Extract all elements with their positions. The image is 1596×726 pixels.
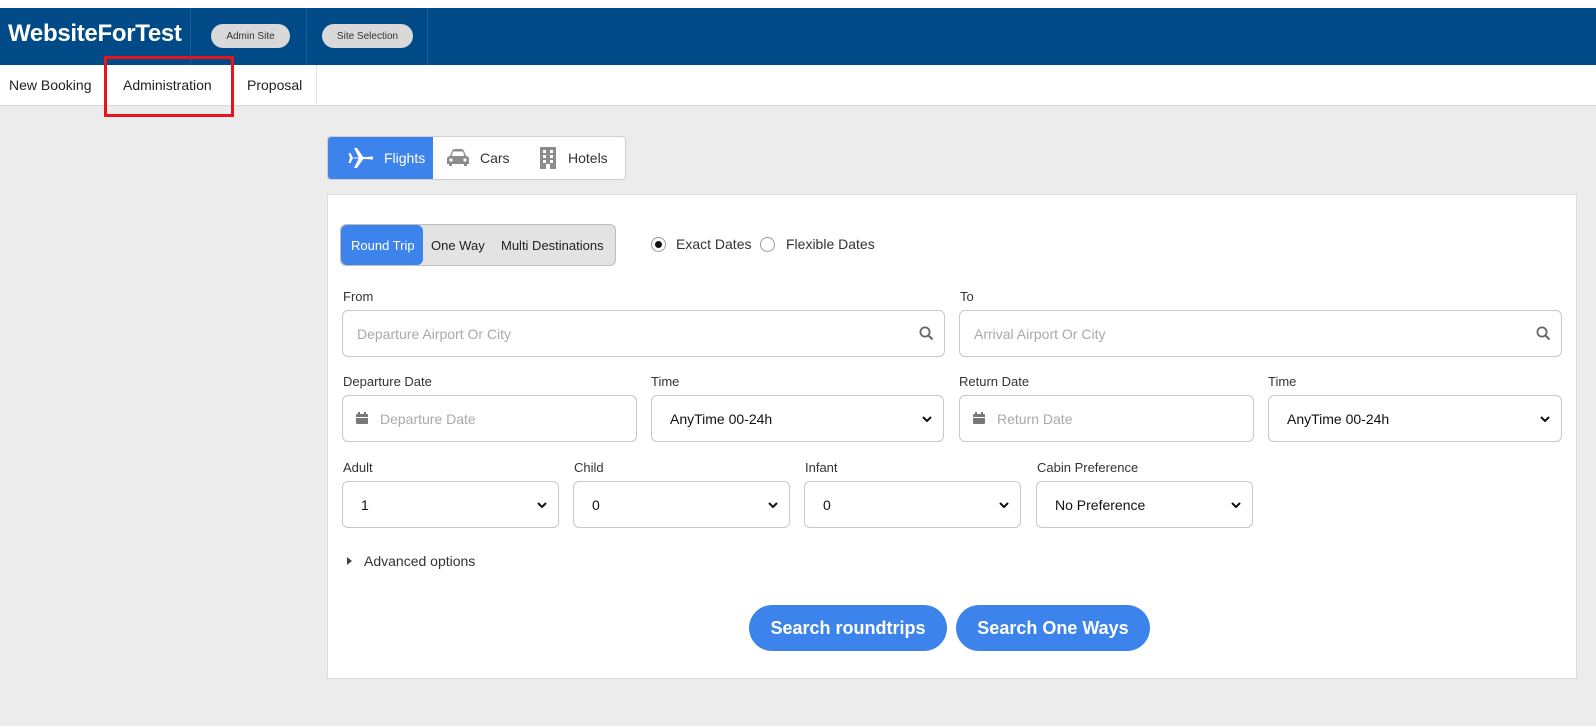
to-input[interactable] — [974, 311, 1524, 356]
adult-label: Adult — [343, 460, 373, 475]
nav-divider — [232, 65, 233, 105]
site-selection-button[interactable]: Site Selection — [322, 24, 413, 48]
from-field — [342, 310, 945, 357]
select-value: 0 — [592, 497, 600, 513]
advanced-options-toggle[interactable]: Advanced options — [347, 553, 475, 569]
return-time-select[interactable]: AnyTime 00-24h — [1268, 395, 1562, 442]
chevron-down-icon — [1231, 502, 1241, 509]
select-value: No Preference — [1055, 497, 1146, 513]
departure-date-label: Departure Date — [343, 374, 432, 389]
chevron-down-icon — [999, 502, 1009, 509]
departure-time-label: Time — [651, 374, 680, 389]
select-value: AnyTime 00-24h — [670, 411, 773, 427]
header-divider — [190, 8, 191, 65]
brand-logo[interactable]: WebsiteForTest — [8, 20, 182, 48]
flexible-dates-radio[interactable] — [760, 237, 775, 252]
exact-dates-label: Exact Dates — [676, 236, 752, 252]
chevron-down-icon — [768, 502, 778, 509]
select-value: 0 — [823, 497, 831, 513]
trip-type-toggle: Round Trip One Way Multi Destinations — [340, 224, 616, 266]
admin-site-button[interactable]: Admin Site — [211, 24, 290, 48]
search-roundtrips-button[interactable]: Search roundtrips — [749, 605, 947, 651]
tab-flights[interactable]: Flights — [328, 137, 433, 179]
product-tabs: Flights Cars Hotels — [327, 136, 626, 180]
nav-item-new-booking[interactable]: New Booking — [9, 65, 92, 105]
exact-dates-radio[interactable] — [651, 237, 666, 252]
trip-one-way-button[interactable]: One Way — [431, 225, 485, 265]
advanced-options-label: Advanced options — [364, 553, 476, 569]
to-field — [959, 310, 1562, 357]
nav-item-administration[interactable]: Administration — [123, 65, 212, 105]
return-date-field — [959, 395, 1254, 442]
tab-hotels[interactable]: Hotels — [538, 137, 626, 179]
calendar-icon — [973, 412, 985, 424]
infant-label: Infant — [805, 460, 838, 475]
calendar-icon — [356, 412, 368, 424]
chevron-down-icon — [1540, 416, 1550, 423]
departure-date-input[interactable] — [380, 396, 620, 441]
cabin-preference-select[interactable]: No Preference — [1036, 481, 1253, 528]
plane-icon — [348, 148, 373, 168]
nav-divider — [316, 65, 317, 105]
nav-item-proposal[interactable]: Proposal — [247, 65, 302, 105]
flexible-dates-label: Flexible Dates — [786, 236, 875, 252]
child-select[interactable]: 0 — [573, 481, 790, 528]
return-time-label: Time — [1268, 374, 1297, 389]
departure-date-field — [342, 395, 637, 442]
tab-label: Cars — [480, 150, 510, 166]
return-date-label: Return Date — [959, 374, 1030, 389]
adult-select[interactable]: 1 — [342, 481, 559, 528]
search-one-ways-button[interactable]: Search One Ways — [956, 605, 1150, 651]
top-strip — [0, 0, 1596, 8]
chevron-down-icon — [922, 416, 932, 423]
caret-right-icon — [347, 557, 352, 565]
building-icon — [540, 147, 556, 169]
trip-multi-destinations-button[interactable]: Multi Destinations — [501, 225, 604, 265]
header-divider — [306, 8, 307, 65]
app-header: WebsiteForTest Admin Site Site Selection — [0, 8, 1596, 65]
tab-label: Flights — [384, 150, 426, 166]
header-divider — [427, 8, 428, 65]
to-label: To — [960, 289, 974, 304]
search-icon — [919, 326, 934, 341]
trip-round-trip-button[interactable]: Round Trip — [341, 225, 423, 265]
infant-select[interactable]: 0 — [804, 481, 1021, 528]
chevron-down-icon — [537, 502, 547, 509]
cabin-preference-label: Cabin Preference — [1037, 460, 1139, 475]
search-icon — [1536, 326, 1551, 341]
departure-time-select[interactable]: AnyTime 00-24h — [651, 395, 944, 442]
from-label: From — [343, 289, 374, 304]
child-label: Child — [574, 460, 604, 475]
select-value: 1 — [361, 497, 369, 513]
select-value: AnyTime 00-24h — [1287, 411, 1390, 427]
main-nav: New Booking Administration Proposal — [0, 65, 1596, 106]
return-date-input[interactable] — [997, 396, 1237, 441]
nav-divider — [104, 65, 105, 105]
car-icon — [447, 149, 469, 166]
tab-cars[interactable]: Cars — [446, 137, 526, 179]
from-input[interactable] — [357, 311, 907, 356]
tab-label: Hotels — [568, 150, 608, 166]
